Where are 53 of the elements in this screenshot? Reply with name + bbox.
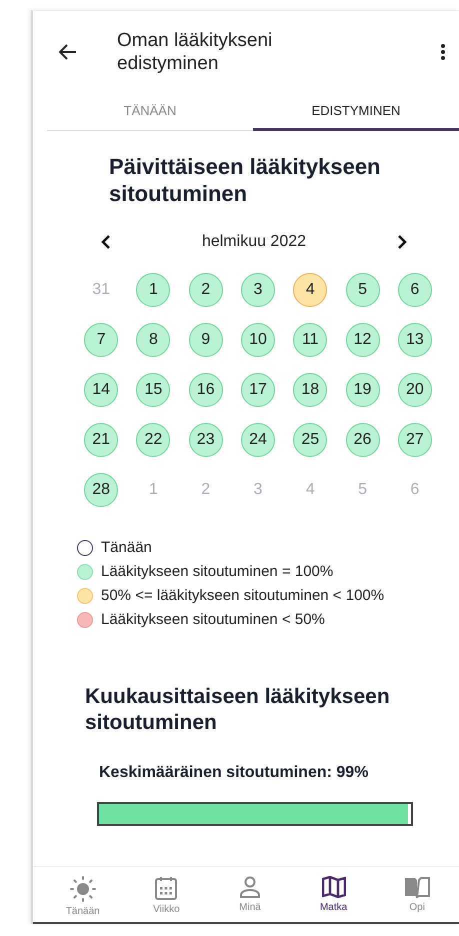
average-label: Keskimääräinen sitoutuminen: 99% <box>99 764 370 782</box>
previous-month-icon[interactable] <box>101 235 111 249</box>
book-icon <box>404 876 430 898</box>
nav-item[interactable]: Minä <box>208 875 292 918</box>
nav-item[interactable]: Tänään <box>41 875 125 918</box>
calendar-day[interactable]: 3 <box>240 273 275 307</box>
calendar-day[interactable]: 11 <box>293 323 328 357</box>
calendar-day[interactable]: 21 <box>84 423 118 457</box>
next-month-icon[interactable] <box>396 235 407 249</box>
month-label: helmikuu 2022 <box>202 233 306 251</box>
screen-title: Oman lääkitykseni edistyminen <box>116 29 274 75</box>
calendar-day[interactable]: 27 <box>398 423 432 457</box>
calendar-day[interactable]: 19 <box>346 373 380 407</box>
map-icon <box>322 876 346 898</box>
calendar-day[interactable]: 14 <box>84 373 118 407</box>
calendar-day[interactable]: 28 <box>84 473 118 507</box>
calendar-day[interactable]: 13 <box>398 323 432 357</box>
back-arrow-icon[interactable] <box>59 44 77 60</box>
tab[interactable]: EDISTYMINEN <box>253 91 459 131</box>
calendar-day[interactable]: 12 <box>346 323 380 357</box>
legend-label: Lääkitykseen sitoutuminen < 50% <box>101 611 325 628</box>
calendar-day[interactable]: 4 <box>293 273 328 307</box>
calendar-day[interactable]: 26 <box>346 423 380 457</box>
legend-label: Tänään <box>101 539 152 556</box>
section-heading: Päivittäiseen lääkitykseen sitoutuminen <box>109 153 382 207</box>
person-icon <box>240 876 260 898</box>
calendar-icon <box>155 876 178 900</box>
calendar-day[interactable]: 23 <box>188 423 223 457</box>
calendar-day[interactable]: 16 <box>188 373 223 407</box>
legend-label: 50% <= lääkitykseen sitoutuminen < 100% <box>101 587 384 604</box>
calendar-day[interactable]: 9 <box>188 323 223 357</box>
calendar-day[interactable]: 17 <box>240 373 275 407</box>
calendar-day[interactable]: 1 <box>136 273 170 307</box>
calendar-day[interactable]: 8 <box>136 323 170 357</box>
legend-label: Lääkitykseen sitoutuminen = 100% <box>101 563 334 580</box>
calendar-day[interactable]: 22 <box>136 423 170 457</box>
tab[interactable]: TÄNÄÄN <box>47 91 253 131</box>
calendar-day[interactable]: 7 <box>84 323 118 357</box>
calendar-day[interactable]: 15 <box>136 373 170 407</box>
nav-item[interactable]: Matka <box>292 875 376 918</box>
section-heading: Kuukausittaiseen lääkitykseen sitoutuminen <box>85 684 391 736</box>
calendar-day[interactable]: 5 <box>346 273 380 307</box>
calendar-day[interactable]: 18 <box>293 373 328 407</box>
nav-item[interactable]: Viikko <box>124 875 208 918</box>
sun-icon <box>70 876 96 902</box>
calendar-day[interactable]: 6 <box>398 273 432 307</box>
calendar-day[interactable]: 25 <box>293 423 328 457</box>
nav-item[interactable]: Opi <box>375 875 459 918</box>
calendar-day[interactable]: 20 <box>398 373 432 407</box>
more-menu-icon[interactable] <box>441 44 445 60</box>
calendar-day[interactable]: 10 <box>240 323 275 357</box>
calendar-day[interactable]: 24 <box>240 423 275 457</box>
calendar-day[interactable]: 2 <box>188 273 223 307</box>
